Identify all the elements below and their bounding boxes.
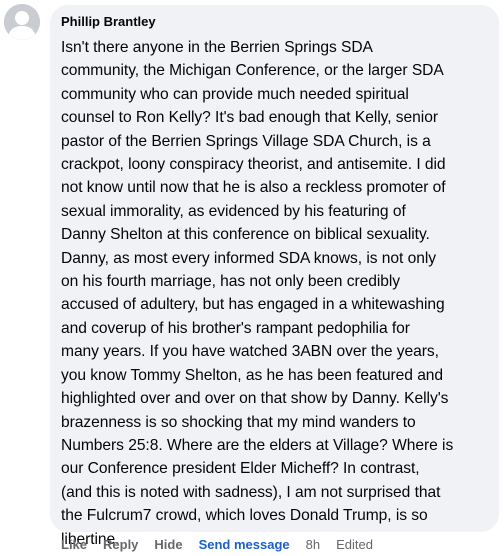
comment-line: pastor of the Berrien Springs Village SD…	[61, 132, 431, 150]
comment-line: you know Tommy Shelton, as he has been f…	[61, 366, 444, 384]
comment-line: accused of adultery, but has engaged in …	[61, 296, 445, 314]
default-profile-icon	[4, 4, 40, 40]
comment-actions: Like Reply Hide Send message 8h Edited	[61, 536, 389, 554]
edited-label[interactable]: Edited	[336, 536, 373, 554]
timestamp-link[interactable]: 8h	[306, 536, 320, 554]
comment-line: Danny Shelton at this conference on bibl…	[61, 226, 430, 244]
comment-line: community, the Michigan Conference, or t…	[61, 62, 444, 80]
like-button[interactable]: Like	[61, 536, 87, 554]
comment-line: many years. If you have watched 3ABN ove…	[61, 343, 439, 361]
comment-bubble: Phillip Brantley Isn't there anyone in t…	[50, 5, 499, 548]
comment-line: brazenness is so shocking that my mind w…	[61, 413, 416, 431]
comment-author[interactable]: Phillip Brantley	[61, 13, 487, 30]
send-message-button[interactable]: Send message	[199, 536, 290, 554]
comment-line: sexual immorality, as evidenced by his f…	[61, 202, 406, 220]
comment-line: highlighted over and over on that show b…	[61, 390, 449, 408]
hide-button[interactable]: Hide	[154, 536, 182, 554]
reply-button[interactable]: Reply	[103, 536, 138, 554]
comment-line: not know until now that he is also a rec…	[61, 179, 446, 197]
comment-line: crackpot, loony conspiracy theorist, and…	[61, 156, 446, 174]
comment-line: our Conference president Elder Micheff? …	[61, 460, 420, 478]
avatar[interactable]	[4, 4, 40, 40]
comment-line: community who can provide much needed sp…	[61, 85, 409, 103]
comment-line: the Fulcrum7 crowd, which loves Donald T…	[61, 507, 428, 525]
comment-line: Danny, as most every informed SDA knows,…	[61, 249, 436, 267]
comment-line: (and this is noted with sadness), I am n…	[61, 483, 441, 501]
comment-line: on his fourth marriage, has not only bee…	[61, 273, 401, 291]
comment-text: Isn't there anyone in the Berrien Spring…	[61, 36, 487, 551]
comment-line: and coverup of his brother's rampant ped…	[61, 319, 410, 337]
comment-line: counsel to Ron Kelly? It's bad enough th…	[61, 109, 438, 127]
comment-line: Isn't there anyone in the Berrien Spring…	[61, 39, 373, 56]
comment-line: Numbers 25:8. Where are the elders at Vi…	[61, 436, 454, 454]
